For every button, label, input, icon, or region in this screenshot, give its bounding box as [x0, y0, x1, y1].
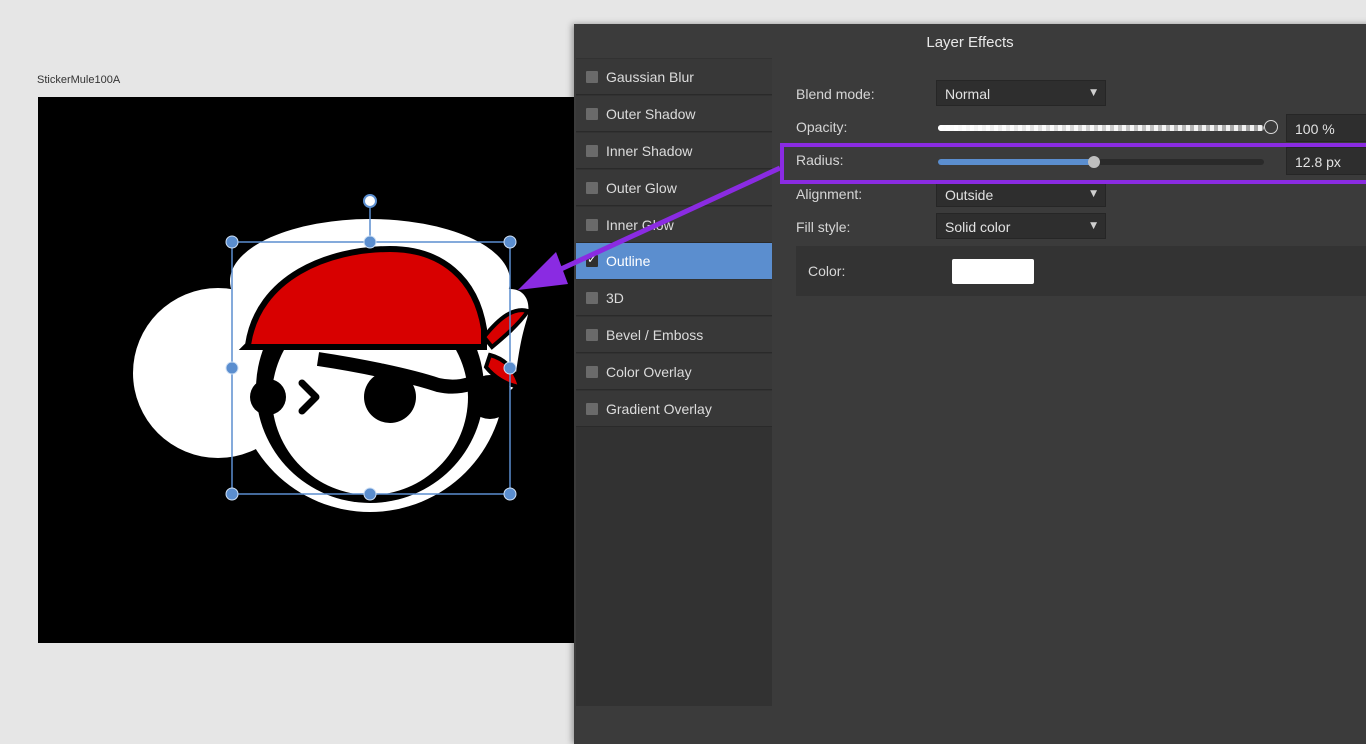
fill-style-label: Fill style:	[796, 219, 851, 235]
effect-inner-glow[interactable]: Inner Glow	[576, 207, 772, 243]
color-panel: Color:	[796, 246, 1366, 296]
effect-label: 3D	[606, 290, 624, 306]
effect-checkbox[interactable]	[586, 219, 598, 231]
transform-handle-icon[interactable]	[363, 235, 377, 249]
effect-label: Bevel / Emboss	[606, 327, 704, 343]
effect-checkbox[interactable]	[586, 71, 598, 83]
opacity-value: 100 %	[1295, 121, 1335, 137]
transform-handle-icon[interactable]	[225, 487, 239, 501]
effect-label: Outline	[606, 253, 651, 269]
opacity-input[interactable]: 100 %	[1286, 114, 1366, 142]
alignment-dropdown[interactable]: Outside ▼	[936, 181, 1106, 207]
effect-checkbox[interactable]	[586, 108, 598, 120]
effect-inner-shadow[interactable]: Inner Shadow	[576, 133, 772, 169]
blend-mode-label: Blend mode:	[796, 86, 875, 102]
transform-handle-icon[interactable]	[225, 235, 239, 249]
effect-outline[interactable]: ✓ Outline	[576, 243, 772, 279]
dialog-title: Layer Effects	[926, 34, 1014, 51]
effect-outer-glow[interactable]: Outer Glow	[576, 170, 772, 206]
opacity-label: Opacity:	[796, 119, 848, 135]
color-label: Color:	[808, 263, 846, 279]
caret-down-icon: ▼	[1090, 88, 1097, 98]
fill-style-dropdown[interactable]: Solid color ▼	[936, 213, 1106, 239]
checkmark-icon: ✓	[587, 252, 598, 266]
opacity-knob-icon[interactable]	[1264, 120, 1278, 134]
transform-handle-icon[interactable]	[225, 361, 239, 375]
effect-checkbox[interactable]	[586, 403, 598, 415]
effect-label: Outer Glow	[606, 180, 677, 196]
opacity-slider[interactable]	[938, 125, 1264, 131]
effect-checkbox[interactable]	[586, 182, 598, 194]
color-swatch[interactable]	[952, 259, 1034, 284]
effect-bevel-emboss[interactable]: Bevel / Emboss	[576, 317, 772, 353]
effect-checkbox[interactable]	[586, 329, 598, 341]
effect-label: Gaussian Blur	[606, 69, 694, 85]
transform-handle-icon[interactable]	[503, 487, 517, 501]
transform-handle-icon[interactable]	[363, 487, 377, 501]
effect-3d[interactable]: 3D	[576, 280, 772, 316]
effect-checkbox[interactable]	[586, 145, 598, 157]
rotation-handle-icon[interactable]	[363, 194, 377, 208]
radius-highlight-annotation	[780, 143, 1366, 184]
effects-list: Gaussian Blur Outer Shadow Inner Shadow …	[576, 58, 772, 706]
effect-label: Color Overlay	[606, 364, 692, 380]
effect-label: Gradient Overlay	[606, 401, 712, 417]
effect-checkbox[interactable]: ✓	[586, 252, 598, 267]
caret-down-icon: ▼	[1090, 221, 1097, 231]
effect-label: Outer Shadow	[606, 106, 696, 122]
effect-outer-shadow[interactable]: Outer Shadow	[576, 96, 772, 132]
alignment-label: Alignment:	[796, 186, 863, 202]
effect-label: Inner Glow	[606, 217, 674, 233]
effect-gradient-overlay[interactable]: Gradient Overlay	[576, 391, 772, 427]
fill-style-value: Solid color	[945, 219, 1011, 235]
layer-effects-dialog: Layer Effects Gaussian Blur Outer Shadow…	[574, 24, 1366, 744]
opacity-slider-fill	[938, 125, 1264, 131]
artboard-canvas[interactable]	[38, 97, 586, 643]
alignment-value: Outside	[945, 187, 994, 203]
effect-checkbox[interactable]	[586, 366, 598, 378]
effect-label: Inner Shadow	[606, 143, 693, 159]
blend-mode-value: Normal	[945, 86, 991, 102]
blend-mode-dropdown[interactable]: Normal ▼	[936, 80, 1106, 106]
artboard-name: StickerMule100A	[37, 74, 121, 86]
transform-handle-icon[interactable]	[503, 235, 517, 249]
effect-checkbox[interactable]	[586, 292, 598, 304]
transform-handle-icon[interactable]	[503, 361, 517, 375]
effect-gaussian-blur[interactable]: Gaussian Blur	[576, 59, 772, 95]
effect-color-overlay[interactable]: Color Overlay	[576, 354, 772, 390]
caret-down-icon: ▼	[1090, 189, 1097, 199]
